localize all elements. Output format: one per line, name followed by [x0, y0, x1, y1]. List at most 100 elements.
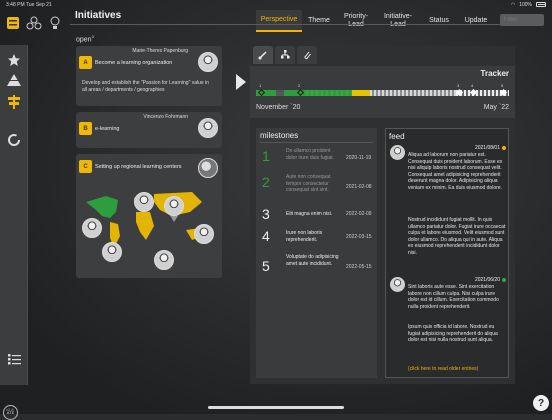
initiative-title: Become a learning organization [95, 60, 173, 66]
status-bar: 3:48 PM Tue Sep 21 ◠ 100% [0, 0, 552, 9]
initiatives-nav-icon[interactable] [4, 15, 21, 32]
ate-button[interactable]: ATE [3, 405, 18, 420]
tab-initiative-lead[interactable]: Initiative- Lead [376, 10, 420, 32]
avatar [154, 250, 174, 270]
milestone-text: Irure non laboris reprehenderit. [286, 230, 323, 243]
avatar [194, 224, 214, 244]
tracker-title: Tracker [480, 69, 509, 78]
initiative-card[interactable]: C Setting up regional learning centers [76, 154, 222, 278]
battery-level: 100% [519, 1, 532, 8]
initiative-badge: A [79, 56, 92, 69]
tracker-marker: 4 [471, 83, 474, 88]
rail-column: v2.8 [0, 45, 28, 412]
signpost-icon[interactable] [5, 93, 23, 111]
initiative-badge: C [79, 160, 92, 173]
feed-entry: 2021/06/20 Sint laboris aute esse. Sint … [390, 275, 506, 363]
avatar [198, 118, 218, 138]
milestone-date: 2022-02-09 [346, 211, 372, 217]
milestone-row[interactable]: 3 Elit magna enim nisi. 2022-02-09 [260, 206, 374, 226]
paperclip-icon[interactable] [297, 46, 317, 64]
pyramid-icon[interactable] [5, 71, 23, 89]
milestones-panel: milestones 1 Do ullamco proident dolor i… [256, 128, 377, 378]
tracker-bar: 1 2 3 4 5 [256, 83, 509, 97]
feed-text: Aliqua ad laborum non pariatur est. Cons… [408, 152, 503, 191]
initiative-owner: Marie-Theres Papenburg [132, 48, 188, 54]
initiative-badge: B [79, 122, 92, 135]
feed-panel: feed 2021/08/01 Aliqua ad laborum non pa… [385, 128, 509, 378]
tab-perspective[interactable]: Perspective [256, 10, 302, 32]
refresh-icon[interactable] [5, 131, 23, 149]
milestone-row[interactable]: 5 Voluptate do adipisicing amet aute inc… [260, 254, 374, 282]
milestone-text: Do ullamco proident dolor irure duis fug… [286, 148, 335, 161]
milestone-date: 2021-02-08 [346, 184, 372, 190]
divider [260, 142, 373, 143]
network-icon[interactable] [25, 15, 42, 32]
tracker-marker: 2 [298, 83, 301, 88]
initiative-card[interactable]: Marie-Theres Papenburg A Become a learni… [76, 46, 222, 106]
lightbulb-icon[interactable] [46, 15, 63, 32]
milestone-date: 2020-11-19 [346, 155, 372, 161]
avatar [198, 52, 218, 72]
feed-date: 2021/06/20 [474, 277, 500, 283]
milestone-number: 5 [262, 258, 270, 274]
feed-entry: 2021/08/01 Aliqua ad laborum non pariatu… [390, 143, 506, 279]
avatar [390, 145, 405, 160]
avatar [390, 277, 405, 292]
view-tabs: Perspective Theme Priority- Lead Initiat… [256, 10, 494, 32]
status-date: Tue Sep 21 [26, 1, 52, 8]
tracker: Tracker 1 2 3 4 5 November `20 May `22 [250, 66, 515, 118]
milestone-date: 2022-05-15 [346, 264, 372, 270]
milestones-title: milestones [260, 131, 299, 140]
battery-icon [536, 2, 546, 7]
expand-panel-arrow[interactable] [236, 74, 246, 90]
brush-icon[interactable] [253, 46, 273, 64]
feed-date: 2021/08/01 [474, 145, 500, 151]
milestone-number: 1 [262, 148, 270, 164]
milestone-number: 2 [262, 174, 270, 190]
milestone-row[interactable]: 4 Irure non laboris reprehenderit. 2022-… [260, 228, 374, 250]
tracker-start-date: November `20 [256, 104, 301, 111]
tab-update[interactable]: Update [458, 10, 494, 32]
initiative-title: e-learning [95, 126, 120, 132]
initiative-title: Setting up regional learning centers [95, 164, 182, 170]
status-time: 3:48 PM [6, 1, 25, 8]
avatar [134, 192, 154, 212]
home-indicator [208, 406, 344, 409]
initiative-card[interactable]: Vincenzo Fohrmann B e-learning [76, 112, 222, 148]
milestone-number: 4 [262, 228, 270, 244]
initiative-owner: Vincenzo Fohrmann [143, 114, 188, 120]
tab-theme[interactable]: Theme [302, 10, 336, 32]
feed-text: Nostrud incididunt fugiat mollit. In qui… [408, 217, 506, 256]
tab-priority-lead[interactable]: Priority- Lead [336, 10, 376, 32]
help-button[interactable]: ? [533, 395, 549, 411]
status-dot [502, 278, 506, 282]
tracker-marker: 1 [259, 83, 262, 88]
avatar [164, 196, 184, 216]
milestone-text: Elit magna enim nisi. [286, 211, 333, 217]
open-section-label: open3 [76, 34, 94, 44]
page-title: Initiatives [75, 10, 122, 21]
feed-text: Sint laboris aute esse. Sint exercitatio… [408, 284, 499, 310]
milestone-date: 2022-03-15 [346, 234, 372, 240]
older-entries-link[interactable]: (click here to read older entries) [408, 366, 478, 372]
milestone-row[interactable]: 1 Do ullamco proident dolor irure duis f… [260, 148, 374, 170]
milestone-number: 3 [262, 206, 270, 222]
star-icon[interactable] [5, 51, 23, 69]
avatar [102, 242, 122, 262]
detail-tabs [253, 46, 317, 64]
rail-top-icons [0, 9, 70, 37]
tracker-marker: 5 [501, 83, 504, 88]
feed-title: feed [389, 132, 405, 141]
checklist-icon[interactable] [5, 351, 23, 369]
milestone-row[interactable]: 2 Aute non consequat tempor consectetur … [260, 174, 374, 202]
avatar [82, 218, 102, 238]
tab-status[interactable]: Status [420, 10, 458, 32]
wifi-icon: ◠ [510, 1, 516, 8]
milestone-text: Aute non consequat tempor consectetur co… [286, 174, 331, 193]
status-dot [502, 146, 506, 150]
tracker-marker: 3 [457, 83, 460, 88]
tracker-end-date: May `22 [483, 104, 509, 111]
hierarchy-icon[interactable] [275, 46, 295, 64]
globe-icon [198, 158, 218, 178]
initiative-description: Develop and establish the "Passion for L… [82, 80, 209, 93]
